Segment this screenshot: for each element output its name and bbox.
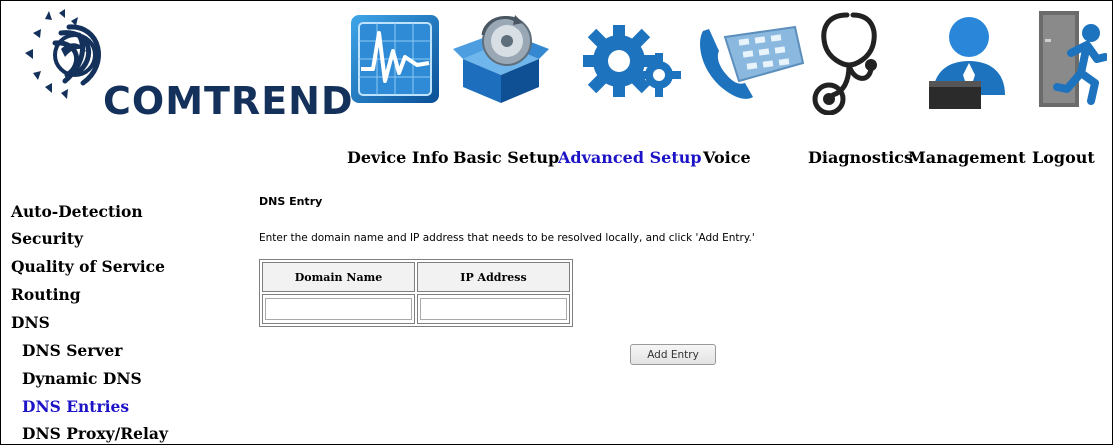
sidebar-item-dns-server[interactable]: DNS Server [22,341,122,360]
dns-entry-table: Domain Name IP Address [259,259,573,327]
device-info-chart-icon[interactable] [347,11,443,107]
nav-logout[interactable]: Logout [1032,148,1095,167]
page-title: DNS Entry [259,195,323,208]
sidebar-item-dynamic-dns[interactable]: Dynamic DNS [22,369,142,388]
header: COMTREND Device Info Basic Setup Advance… [1,1,1112,181]
sidebar-item-dns[interactable]: DNS [11,313,50,332]
sidebar: Auto-Detection Security Quality of Servi… [1,181,201,444]
ip-address-input[interactable] [419,298,567,321]
sidebar-item-auto-detection[interactable]: Auto-Detection [11,202,143,221]
logout-door-icon[interactable] [1035,9,1107,113]
sidebar-item-dns-entries[interactable]: DNS Entries [22,397,129,416]
voice-phone-icon[interactable] [695,23,805,103]
diagnostics-stethoscope-icon[interactable] [809,9,889,115]
main-content: DNS Entry Enter the domain name and IP a… [201,181,1112,444]
basic-setup-box-icon[interactable] [453,13,549,105]
table-row [262,294,570,324]
add-entry-button[interactable]: Add Entry [630,344,716,365]
nav-advanced-setup[interactable]: Advanced Setup [558,148,702,167]
management-person-icon[interactable] [925,15,1013,111]
brand-name: COMTREND [103,79,354,123]
nav-management[interactable]: Management [908,148,1026,167]
domain-name-cell [262,294,415,324]
nav-voice[interactable]: Voice [703,148,751,167]
sidebar-item-security[interactable]: Security [11,229,83,248]
domain-name-input[interactable] [265,298,412,321]
column-header-domain-name: Domain Name [262,262,415,292]
advanced-setup-gears-icon[interactable] [577,11,681,107]
ip-address-cell [416,294,570,324]
nav-basic-setup[interactable]: Basic Setup [453,148,559,167]
column-header-ip-address: IP Address [416,262,570,292]
table-header-row: Domain Name IP Address [262,262,570,292]
nav-device-info[interactable]: Device Info [347,148,449,167]
sidebar-item-quality-of-service[interactable]: Quality of Service [11,257,165,276]
nav-diagnostics[interactable]: Diagnostics [808,148,913,167]
sidebar-item-routing[interactable]: Routing [11,285,81,304]
page-frame: COMTREND Device Info Basic Setup Advance… [0,0,1113,445]
sidebar-item-dns-proxy-relay[interactable]: DNS Proxy/Relay [22,424,168,443]
page-description: Enter the domain name and IP address tha… [259,232,755,244]
